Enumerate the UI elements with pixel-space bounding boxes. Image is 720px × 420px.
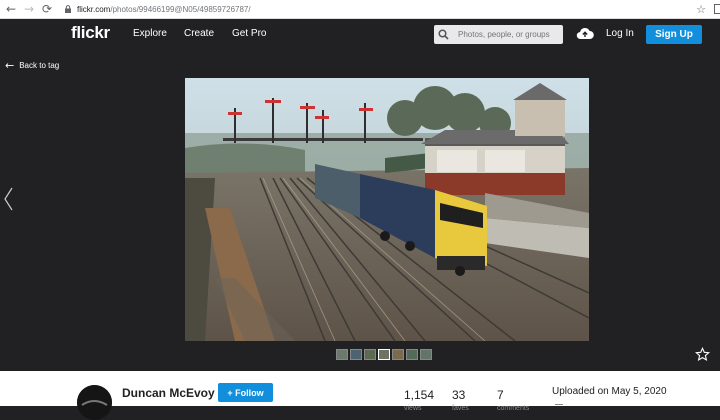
- flickr-logo[interactable]: flickr: [71, 23, 110, 43]
- extension-icon[interactable]: [714, 4, 720, 14]
- comments-label: comments: [497, 405, 530, 412]
- favorite-star-icon[interactable]: [695, 347, 710, 362]
- comments-count: 7: [497, 388, 504, 402]
- faves-label: faves: [452, 405, 469, 412]
- comments-stat: 7 comments: [497, 386, 529, 412]
- owner-name[interactable]: Duncan McEvoy: [122, 386, 215, 400]
- back-label: Back to tag: [19, 61, 60, 70]
- upload-cloud-icon[interactable]: [576, 26, 594, 40]
- back-arrow-icon[interactable]: ←: [4, 2, 18, 16]
- photo-info-bar: Duncan McEvoy + Follow 1,154 views 33 fa…: [0, 371, 720, 420]
- url-host: flickr.com: [77, 4, 111, 14]
- thumbnail[interactable]: [392, 349, 404, 360]
- nav-create[interactable]: Create: [184, 28, 214, 39]
- left-arrow-icon: ←: [5, 59, 15, 72]
- site-header: flickr Explore Create Get Pro Log In Sig…: [0, 19, 720, 49]
- search-input[interactable]: [458, 30, 558, 39]
- address-bar[interactable]: flickr.com/photos/99466199@N05/498597267…: [64, 5, 251, 14]
- owner-avatar[interactable]: [77, 385, 112, 420]
- divider: [555, 404, 563, 405]
- search-box: [434, 25, 563, 44]
- url-path: /photos/99466199@N05/49859726787/: [110, 4, 251, 14]
- upload-date: Uploaded on May 5, 2020: [552, 386, 667, 397]
- thumbnail[interactable]: [336, 349, 348, 360]
- login-link[interactable]: Log In: [606, 28, 634, 39]
- photo-thumbnail-strip: [336, 349, 432, 360]
- faves-count: 33: [452, 388, 466, 402]
- views-stat: 1,154 views: [404, 386, 434, 412]
- thumbnail[interactable]: [406, 349, 418, 360]
- bookmark-star-icon[interactable]: ☆: [696, 3, 706, 16]
- thumbnail[interactable]: [378, 349, 390, 360]
- forward-arrow-icon[interactable]: →: [22, 2, 36, 16]
- nav-get-pro[interactable]: Get Pro: [232, 28, 266, 39]
- views-label: views: [404, 405, 422, 412]
- nav-explore[interactable]: Explore: [133, 28, 167, 39]
- main-photo[interactable]: [185, 78, 589, 341]
- lock-icon: [65, 5, 71, 13]
- thumbnail[interactable]: [350, 349, 362, 360]
- train-photo-image: [185, 78, 589, 341]
- signup-button[interactable]: Sign Up: [646, 25, 702, 44]
- views-count: 1,154: [404, 388, 435, 402]
- reload-icon[interactable]: ⟳: [40, 2, 54, 16]
- search-icon[interactable]: [434, 25, 452, 44]
- browser-toolbar: ← → ⟳ flickr.com/photos/99466199@N05/498…: [0, 0, 720, 19]
- previous-photo-chevron-icon[interactable]: [2, 186, 16, 212]
- thumbnail[interactable]: [364, 349, 376, 360]
- follow-button[interactable]: + Follow: [218, 383, 273, 402]
- faves-stat: 33 faves: [452, 386, 469, 412]
- back-to-tag-link[interactable]: ← Back to tag: [5, 59, 59, 72]
- thumbnail[interactable]: [420, 349, 432, 360]
